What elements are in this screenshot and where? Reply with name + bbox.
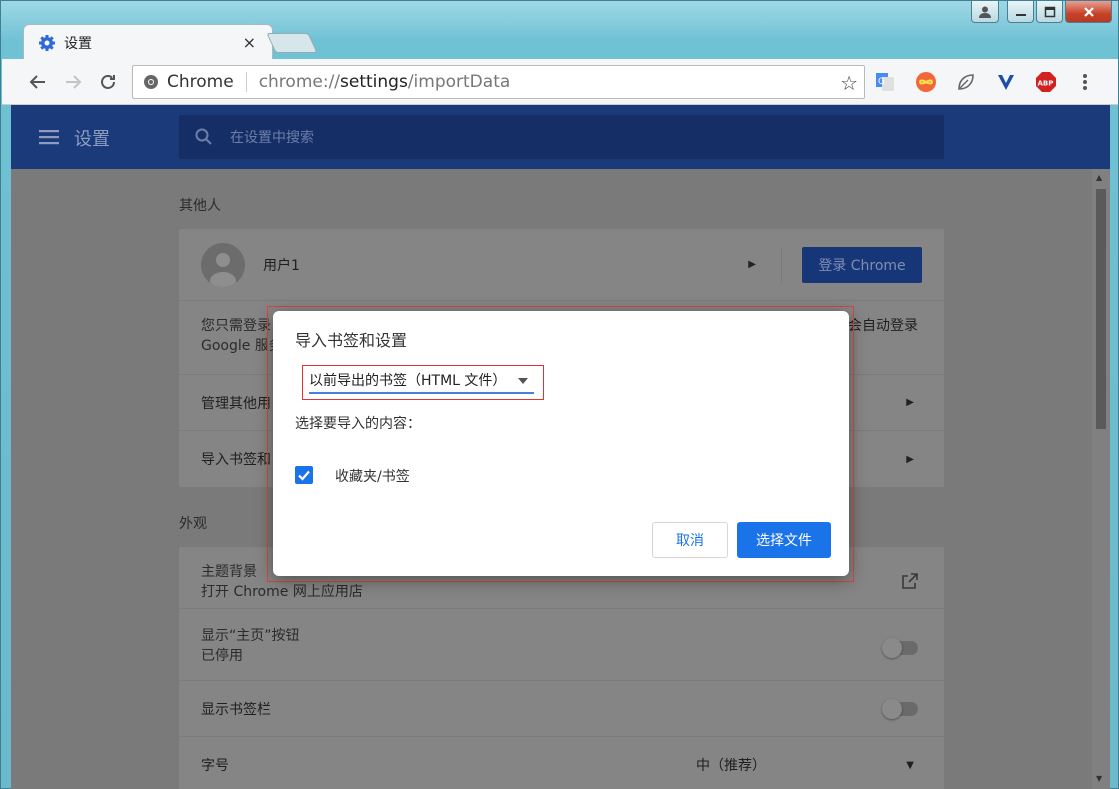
theme-sub: 打开 Chrome 网上应用店 — [201, 584, 363, 600]
search-placeholder: 在设置中搜索 — [230, 130, 314, 146]
url-scheme: chrome:// — [258, 72, 341, 92]
url-path: /importData — [407, 72, 511, 92]
tab-settings[interactable]: 设置 × — [23, 24, 273, 60]
page-scrollbar[interactable]: ▲ ▼ — [1092, 169, 1110, 789]
home-button-row: 显示“主页”按钮 已停用 — [179, 609, 944, 681]
adblock-plus-icon[interactable]: ABP — [1035, 71, 1057, 93]
new-tab-button[interactable] — [266, 33, 318, 53]
browser-toolbar: Chrome chrome://settings/importData ☆ G … — [2, 59, 1118, 105]
maximize-icon — [1044, 6, 1055, 17]
choose-file-button[interactable]: 选择文件 — [737, 522, 831, 558]
close-icon — [1083, 6, 1094, 17]
browser-window: 设置 × Chrome chrome://settings/importData… — [0, 0, 1119, 789]
import-source-value: 以前导出的书签（HTML 文件） — [309, 373, 507, 389]
bookmarks-checkbox-label[interactable]: 收藏夹/书签 — [335, 466, 410, 486]
dialog-title: 导入书签和设置 — [295, 331, 408, 350]
maximize-button[interactable] — [1036, 1, 1063, 23]
window-controls — [971, 1, 1112, 23]
font-size-row: 字号 中（推荐） ▼ — [179, 737, 944, 789]
import-dialog: 导入书签和设置 以前导出的书签（HTML 文件） 选择要导入的内容： 收藏夹/书… — [273, 311, 849, 576]
scroll-down-icon[interactable]: ▼ — [1096, 774, 1102, 783]
chevron-right-icon: ▶ — [748, 259, 756, 270]
settings-header: 设置 在设置中搜索 — [11, 105, 1110, 169]
bookmarks-checkbox[interactable] — [295, 466, 313, 484]
omnibox-divider — [245, 72, 247, 92]
forward-arrow-icon — [66, 75, 82, 89]
cancel-button[interactable]: 取消 — [652, 522, 728, 558]
home-button-sub: 已停用 — [201, 648, 243, 664]
minimize-icon — [1015, 13, 1026, 16]
import-bookmarks-label: 导入书签和 — [201, 452, 271, 468]
svg-text:ABP: ABP — [1038, 80, 1054, 88]
appearance-section-title: 外观 — [179, 516, 207, 532]
settings-search-input[interactable]: 在设置中搜索 — [179, 115, 944, 159]
signin-chrome-button[interactable]: 登录 Chrome — [802, 247, 922, 283]
reload-button[interactable] — [94, 68, 122, 96]
profile-button[interactable] — [971, 1, 999, 23]
minimize-button[interactable] — [1007, 1, 1034, 23]
font-size-value[interactable]: 中（推荐） — [696, 755, 766, 775]
scroll-thumb[interactable] — [1096, 189, 1106, 429]
url-host: settings — [340, 72, 408, 92]
dropdown-caret-icon — [518, 378, 528, 384]
chevron-right-icon: ▶ — [906, 397, 914, 408]
leaf-extension-icon[interactable] — [955, 71, 977, 93]
people-section-title: 其他人 — [179, 198, 221, 214]
omnibox-chip: Chrome — [167, 72, 234, 92]
chrome-icon — [144, 75, 158, 89]
user-row[interactable]: 用户1 ▶ 登录 Chrome — [179, 229, 944, 301]
chevron-right-icon: ▶ — [906, 453, 914, 465]
home-button-toggle[interactable] — [882, 638, 918, 658]
bookmark-star-icon[interactable]: ☆ — [840, 71, 858, 95]
gear-icon — [39, 34, 55, 51]
more-menu-icon[interactable] — [1074, 71, 1096, 93]
home-button-label: 显示“主页”按钮 — [201, 628, 300, 644]
bookmarks-bar-row: 显示书签栏 — [179, 681, 944, 737]
manage-people-label: 管理其他用 — [201, 395, 271, 412]
external-link-icon — [902, 573, 918, 589]
v-extension-icon[interactable] — [995, 71, 1017, 93]
back-arrow-icon — [29, 75, 45, 89]
appearance-card: 主题背景 打开 Chrome 网上应用店 显示“主页”按钮 已停用 显示书签栏 … — [179, 547, 944, 789]
dropdown-caret-icon[interactable]: ▼ — [906, 760, 914, 771]
sync-text-right: 会自动登录 — [848, 318, 918, 334]
user-icon — [979, 6, 991, 18]
address-bar[interactable]: Chrome chrome://settings/importData ☆ — [132, 65, 865, 99]
svg-text:G: G — [878, 77, 885, 87]
tab-close-button[interactable]: × — [243, 33, 256, 52]
hamburger-menu-icon[interactable] — [39, 129, 59, 145]
bookmarks-bar-label: 显示书签栏 — [201, 701, 271, 718]
checkmark-icon — [298, 470, 310, 481]
infinity-extension-icon[interactable] — [915, 71, 937, 93]
back-button[interactable] — [24, 68, 52, 96]
font-size-label: 字号 — [201, 758, 229, 774]
avatar — [201, 242, 245, 287]
bookmarks-bar-toggle[interactable] — [882, 699, 918, 719]
close-window-button[interactable] — [1065, 1, 1112, 23]
scroll-up-icon[interactable]: ▲ — [1096, 173, 1102, 182]
content-label: 选择要导入的内容： — [295, 416, 421, 432]
user-name: 用户1 — [263, 257, 300, 274]
translate-extension-icon[interactable]: G — [874, 71, 896, 93]
settings-title: 设置 — [74, 129, 110, 150]
tab-title: 设置 — [64, 35, 92, 52]
row-divider — [781, 247, 782, 283]
forward-button[interactable] — [59, 68, 87, 96]
import-source-select[interactable]: 以前导出的书签（HTML 文件） — [309, 368, 534, 394]
search-icon — [195, 128, 212, 145]
reload-icon — [101, 75, 115, 89]
